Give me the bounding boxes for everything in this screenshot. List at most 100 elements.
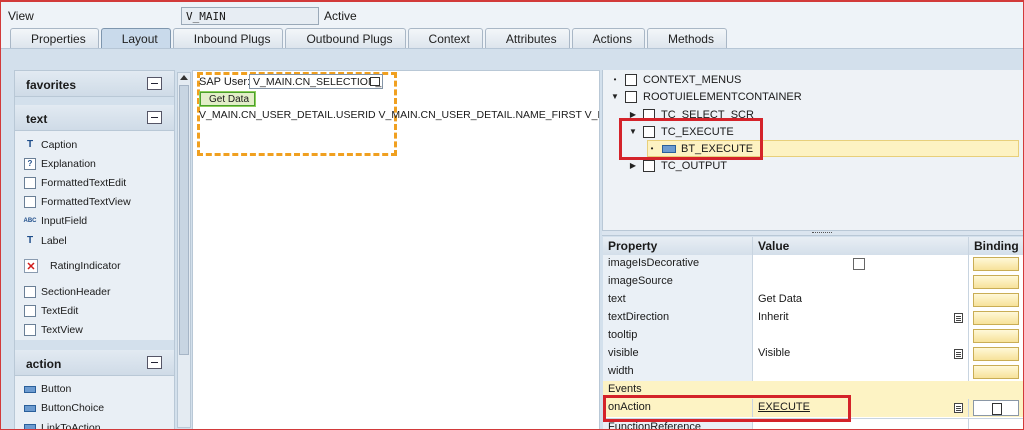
palette-group-action[interactable]: action [15, 349, 174, 376]
palette-divider [15, 97, 174, 105]
ui-element-palette: favorites text T Caption ? Explanation For… [14, 70, 175, 430]
tab-attributes[interactable]: Attributes [484, 28, 570, 48]
splitter-grip-icon[interactable] [812, 232, 832, 234]
checkbox[interactable] [853, 258, 865, 270]
palette-item-label: InputField [41, 215, 88, 228]
collapse-icon[interactable] [147, 355, 162, 369]
palette-item-label: LinkToAction [41, 421, 101, 430]
binding-button[interactable] [973, 257, 1019, 271]
palette-item-label: FormattedTextView [41, 196, 131, 209]
property-row: text Get Data [603, 291, 1024, 309]
tree-node-context-menus[interactable]: • CONTEXT_MENUS [611, 71, 741, 88]
binding-button[interactable] [973, 275, 1019, 289]
sap-user-input[interactable]: V_MAIN.CN_SELECTION_ [249, 74, 383, 89]
property-name: visible [603, 345, 753, 363]
binding-button[interactable] [973, 347, 1019, 361]
tree-node-label: CONTEXT_MENUS [643, 73, 742, 86]
text-edit-icon [24, 304, 36, 317]
tab-properties[interactable]: Properties [10, 28, 99, 48]
palette-item-linktoaction[interactable]: LinkToAction [15, 418, 174, 430]
expand-down-icon[interactable]: ▼ [611, 92, 619, 101]
palette-item-label: FormattedTextEdit [41, 176, 127, 189]
property-value[interactable] [753, 327, 969, 345]
properties-header-row: Property Value Binding [603, 237, 1024, 255]
column-header-property: Property [603, 237, 753, 255]
dropdown-list-icon[interactable] [954, 349, 963, 359]
dropdown-list-icon[interactable] [954, 313, 963, 323]
collapse-icon[interactable] [147, 77, 162, 90]
property-name: width [603, 363, 753, 381]
formatted-text-view-icon [24, 196, 36, 209]
palette-item-label: SectionHeader [41, 285, 111, 298]
palette-item-buttonchoice[interactable]: ButtonChoice [15, 399, 174, 418]
container-icon [625, 90, 637, 103]
tab-context[interactable]: Context [407, 28, 483, 48]
rating-indicator-icon: ✕ [24, 259, 38, 274]
property-row: tooltip [603, 327, 1024, 345]
property-value[interactable]: Get Data [753, 291, 969, 309]
property-row: textDirection Inherit [603, 309, 1024, 327]
pane-splitter[interactable] [602, 230, 1024, 236]
palette-item-ratingindicator[interactable]: ✕ RatingIndicator [15, 250, 174, 282]
binding-button[interactable] [973, 365, 1019, 379]
tab-layout[interactable]: Layout [100, 28, 171, 48]
palette-scrollbar[interactable] [177, 72, 191, 428]
properties-table: Property Value Binding imageIsDecorative… [603, 237, 1024, 430]
tree-leaf-icon: • [613, 75, 617, 84]
create-action-button[interactable] [973, 400, 1019, 416]
view-status: Active [324, 9, 357, 23]
collapse-icon[interactable] [147, 111, 162, 124]
palette-item-label: Explanation [41, 157, 96, 170]
property-value-dropdown[interactable]: Inherit [753, 309, 969, 327]
binding-button[interactable] [973, 311, 1019, 325]
tab-outbound-plugs[interactable]: Outbound Plugs [285, 28, 406, 48]
scroll-up-icon[interactable] [180, 75, 188, 80]
property-value[interactable] [753, 255, 969, 273]
palette-item-button[interactable]: Button [15, 380, 174, 399]
tab-methods[interactable]: Methods [646, 28, 727, 48]
ui-element-tree: • CONTEXT_MENUS ▼ ROOTUIELEMENTCONTAINER… [602, 70, 1024, 230]
highlight-box-tree [619, 118, 763, 160]
tab-actions[interactable]: Actions [571, 28, 645, 48]
palette-group-title: action [26, 356, 62, 371]
palette-item-label: RatingIndicator [50, 260, 121, 273]
property-value-dropdown[interactable]: Visible [753, 345, 969, 363]
layout-canvas: SAP User: V_MAIN.CN_SELECTION_ Get Data … [192, 70, 600, 430]
binding-button[interactable] [973, 329, 1019, 343]
tree-node-label: ROOTUIELEMENTCONTAINER [643, 90, 802, 103]
palette-item-formattedtextview[interactable]: FormattedTextView [15, 193, 174, 212]
palette-item-caption[interactable]: T Caption [15, 135, 174, 154]
get-data-button[interactable]: Get Data [199, 91, 256, 107]
property-row: visible Visible [603, 345, 1024, 363]
palette-item-inputfield[interactable]: ABC InputField [15, 212, 174, 231]
column-header-value: Value [753, 237, 969, 255]
palette-item-label[interactable]: T Label [15, 231, 174, 250]
text-view-icon [24, 324, 36, 337]
palette-item-explanation[interactable]: ? Explanation [15, 154, 174, 173]
dropdown-list-icon[interactable] [954, 403, 963, 413]
scrollbar-thumb[interactable] [179, 85, 189, 355]
container-icon [643, 159, 655, 172]
palette-group-text[interactable]: text [15, 105, 174, 131]
value-help-icon[interactable] [370, 77, 380, 86]
palette-group-favorites[interactable]: favorites [15, 71, 174, 97]
tree-node-rootuielementcontainer[interactable]: ▼ ROOTUIELEMENTCONTAINER [611, 88, 802, 105]
property-value: Inherit [758, 311, 789, 323]
palette-item-textview[interactable]: TextView [15, 321, 174, 340]
input-field-icon: ABC [23, 218, 37, 225]
palette-item-textedit[interactable]: TextEdit [15, 301, 174, 320]
link-icon [24, 422, 36, 429]
tree-node-label: TC_OUTPUT [661, 159, 727, 172]
property-name: tooltip [603, 327, 753, 345]
tab-inbound-plugs[interactable]: Inbound Plugs [172, 28, 284, 48]
palette-item-formattedtextedit[interactable]: FormattedTextEdit [15, 173, 174, 192]
expand-right-icon[interactable]: ▶ [629, 161, 637, 170]
palette-item-label: ButtonChoice [41, 402, 105, 415]
formatted-text-edit-icon [24, 176, 36, 189]
binding-button[interactable] [973, 293, 1019, 307]
property-value[interactable] [753, 273, 969, 291]
palette-item-sectionheader[interactable]: SectionHeader [15, 282, 174, 301]
view-name-field[interactable]: V_MAIN [181, 7, 319, 25]
property-value[interactable] [753, 363, 969, 381]
column-header-binding: Binding [969, 237, 1024, 255]
